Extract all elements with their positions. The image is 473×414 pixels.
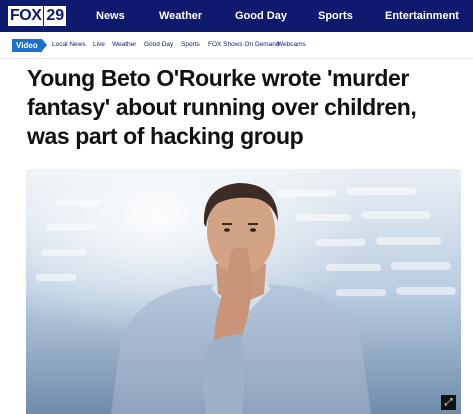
subnav-live[interactable]: Live [93,41,105,48]
nav-news[interactable]: News [96,0,125,32]
article-headline: Young Beto O'Rourke wrote 'murder fantas… [27,65,417,149]
subnav-webcams[interactable]: Webcams [277,41,306,48]
nav-weather[interactable]: Weather [159,0,202,32]
nav-entertainment[interactable]: Entertainment [385,0,459,32]
photo-illustration [26,169,461,414]
logo-brand: FOX [8,6,44,26]
subnav-weather[interactable]: Weather [112,41,136,48]
logo-number: 29 [44,6,67,26]
video-tag-arrow [42,39,47,51]
video-sub-navigation: Video Local News Live Weather Good Day S… [0,32,473,59]
article-photo[interactable]: ⤢ [26,169,461,414]
top-navigation-bar: FOX 29 News Weather Good Day Sports Ente… [0,0,473,32]
fox29-logo[interactable]: FOX 29 [8,6,67,26]
nav-good-day[interactable]: Good Day [235,0,287,32]
subnav-local-news[interactable]: Local News [52,41,86,48]
subnav-sports[interactable]: Sports [181,41,200,48]
nav-sports[interactable]: Sports [318,0,353,32]
subnav-fox-shows-on-demand[interactable]: FOX Shows On Demand [208,41,280,48]
video-section-tag[interactable]: Video [12,39,42,52]
subnav-good-day[interactable]: Good Day [144,41,173,48]
expand-icon[interactable]: ⤢ [441,395,456,410]
